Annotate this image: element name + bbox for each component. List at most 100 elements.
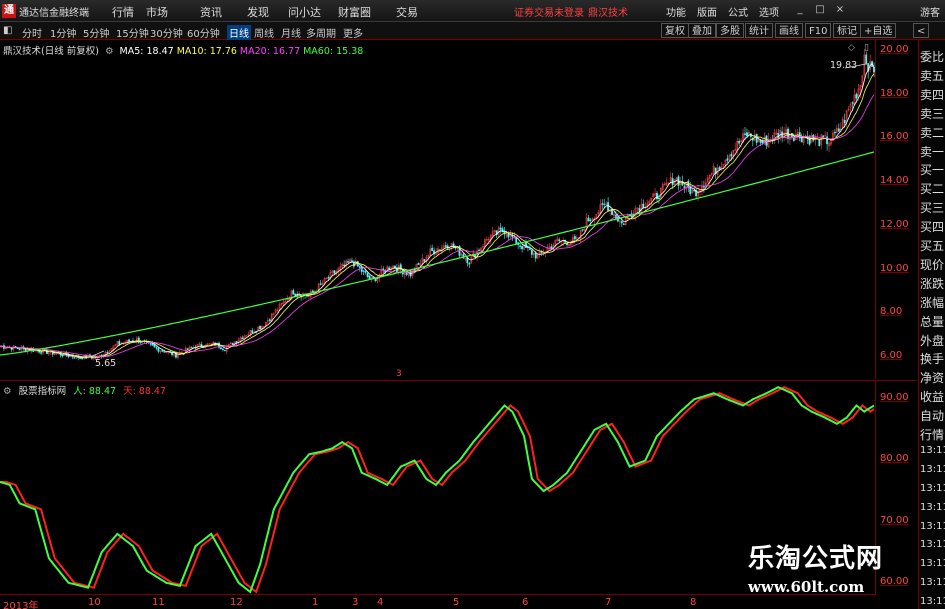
period-tab[interactable]: 15分钟: [116, 25, 149, 40]
candle-body: [223, 349, 226, 352]
menu-item[interactable]: 交易: [396, 4, 418, 20]
price-tick-label: 8.00: [880, 306, 903, 318]
candle-body: [235, 341, 238, 344]
login-status[interactable]: 证券交易未登录: [514, 4, 584, 19]
guest-label[interactable]: 游客: [920, 4, 940, 19]
low-price-label: 5.65: [95, 358, 117, 369]
settings-icon[interactable]: ⚙: [3, 386, 12, 397]
formula-name[interactable]: 鼎汉技术: [588, 4, 628, 19]
sidebar-label[interactable]: 13:11: [920, 558, 945, 569]
candle-body: [347, 261, 349, 263]
sub-legend: ⚙ 股票指标网 人: 88.47 天: 88.47: [3, 383, 170, 397]
candle-body: [161, 350, 164, 352]
settings-icon[interactable]: ⚙: [105, 46, 114, 57]
candle-body: [478, 249, 480, 251]
sidebar-label[interactable]: 13:11: [920, 521, 945, 532]
period-tab[interactable]: 5分钟: [83, 25, 109, 40]
menu-item[interactable]: 问小达: [288, 4, 321, 20]
kline-chart[interactable]: 鼎汉技术(日线 前复权) ⚙ MA5: 18.47 MA10: 17.76 MA20…: [0, 40, 876, 379]
sidebar-label[interactable]: 13:11: [920, 577, 945, 588]
candle-body: [744, 133, 746, 135]
ma-legend-item: MA10: 17.76: [176, 46, 237, 57]
toolbar-toggle-icon[interactable]: ◧: [3, 25, 12, 36]
candle-body: [251, 330, 254, 334]
candle-body: [368, 275, 371, 280]
toolbar-button[interactable]: 标记: [833, 23, 861, 38]
sidebar-label[interactable]: 行情: [920, 426, 945, 443]
candle-body: [155, 347, 158, 349]
candle-body: [364, 271, 367, 273]
date-tick-label: 10: [88, 597, 101, 608]
period-tab[interactable]: 更多: [343, 25, 363, 40]
price-tick-label: 20.00: [880, 43, 909, 55]
candle-body: [327, 277, 330, 279]
maximize-icon[interactable]: □: [812, 2, 828, 18]
candle-body: [241, 337, 244, 340]
period-tab[interactable]: 分时: [22, 25, 42, 40]
menu-item[interactable]: 市场: [146, 4, 168, 20]
indicator-chart[interactable]: ⚙ 股票指标网 人: 88.47 天: 88.47: [0, 380, 876, 594]
period-tab[interactable]: 60分钟: [187, 25, 220, 40]
app-logo-icon: 通: [2, 4, 16, 18]
toolbar-button[interactable]: 统计: [745, 23, 773, 38]
menu-item[interactable]: 资讯: [200, 4, 222, 20]
menu-right-item[interactable]: 功能: [666, 4, 686, 19]
candle-body: [558, 239, 561, 242]
menu-right-item[interactable]: 公式: [728, 4, 748, 19]
sidebar-label[interactable]: 13:11: [920, 596, 945, 607]
period-tab[interactable]: 月线: [281, 25, 301, 40]
date-tick-label: 7: [605, 597, 612, 608]
menu-right-item[interactable]: 选项: [759, 4, 779, 19]
period-tab[interactable]: 日线: [227, 25, 251, 40]
toolbar-button[interactable]: +自选: [860, 23, 897, 38]
date-tick-label: 3: [352, 597, 359, 608]
candle-body: [149, 343, 152, 345]
close-icon[interactable]: ×: [832, 2, 848, 18]
toolbar-button[interactable]: F10: [805, 23, 832, 38]
sidebar-label[interactable]: 自动: [920, 407, 945, 424]
sidebar-label[interactable]: 13:11: [920, 502, 945, 513]
sidebar-label: 总量: [920, 314, 945, 329]
sidebar-label[interactable]: 13:11: [920, 464, 945, 475]
sidebar-label: 涨幅: [920, 295, 945, 310]
menu-right-item[interactable]: 版面: [697, 4, 717, 19]
sidebar-label[interactable]: 13:11: [920, 483, 945, 494]
period-tab[interactable]: 多周期: [306, 25, 336, 40]
period-tab[interactable]: 30分钟: [150, 25, 183, 40]
candle-body: [468, 263, 471, 265]
event-marker[interactable]: 3: [396, 369, 402, 379]
period-tab[interactable]: 1分钟: [50, 25, 76, 40]
chart-panel-icon[interactable]: ▯: [864, 43, 869, 53]
candles: [0, 48, 875, 361]
toolbar-button[interactable]: 画线: [775, 23, 803, 38]
sidebar-label[interactable]: 13:11: [920, 445, 945, 456]
period-tab[interactable]: 周线: [254, 25, 274, 40]
tdx-terminal: 通 通达信金融终端 行情 市场 资讯 发现 问小达 财富圈 交易 证券交易未登录 鼎汉技术 …: [0, 0, 945, 609]
menu-item[interactable]: 财富圈: [338, 4, 371, 20]
candle-body: [837, 128, 840, 132]
toolbar-button[interactable]: 复权: [661, 23, 689, 38]
menu-item[interactable]: 行情: [112, 4, 134, 20]
candle-body: [865, 54, 868, 64]
indicator-svg[interactable]: [0, 381, 876, 595]
candle-body: [423, 259, 426, 262]
toolbar-button[interactable]: 多股: [716, 23, 744, 38]
sidebar-label: 卖四: [920, 87, 945, 102]
candle-body: [153, 344, 156, 348]
candle-body: [851, 102, 854, 104]
menu-item[interactable]: 发现: [247, 4, 269, 20]
sidebar-label: 买二: [920, 182, 945, 197]
kline-svg[interactable]: [0, 40, 876, 379]
toolbar-button[interactable]: <: [913, 23, 930, 38]
chart-options-icon[interactable]: ◇: [848, 43, 855, 53]
candle-body: [573, 236, 576, 240]
candle-body: [534, 252, 537, 259]
sidebar-label[interactable]: 13:11: [920, 539, 945, 550]
minimize-icon[interactable]: _: [792, 2, 808, 18]
toolbar-button[interactable]: 叠加: [688, 23, 716, 38]
candle-body: [333, 270, 336, 274]
ma-legend-item: MA20: 16.77: [239, 46, 301, 57]
candle-body: [245, 335, 248, 337]
sidebar-label: 现价: [920, 257, 945, 272]
ren-value: 人: 88.47: [73, 386, 117, 397]
